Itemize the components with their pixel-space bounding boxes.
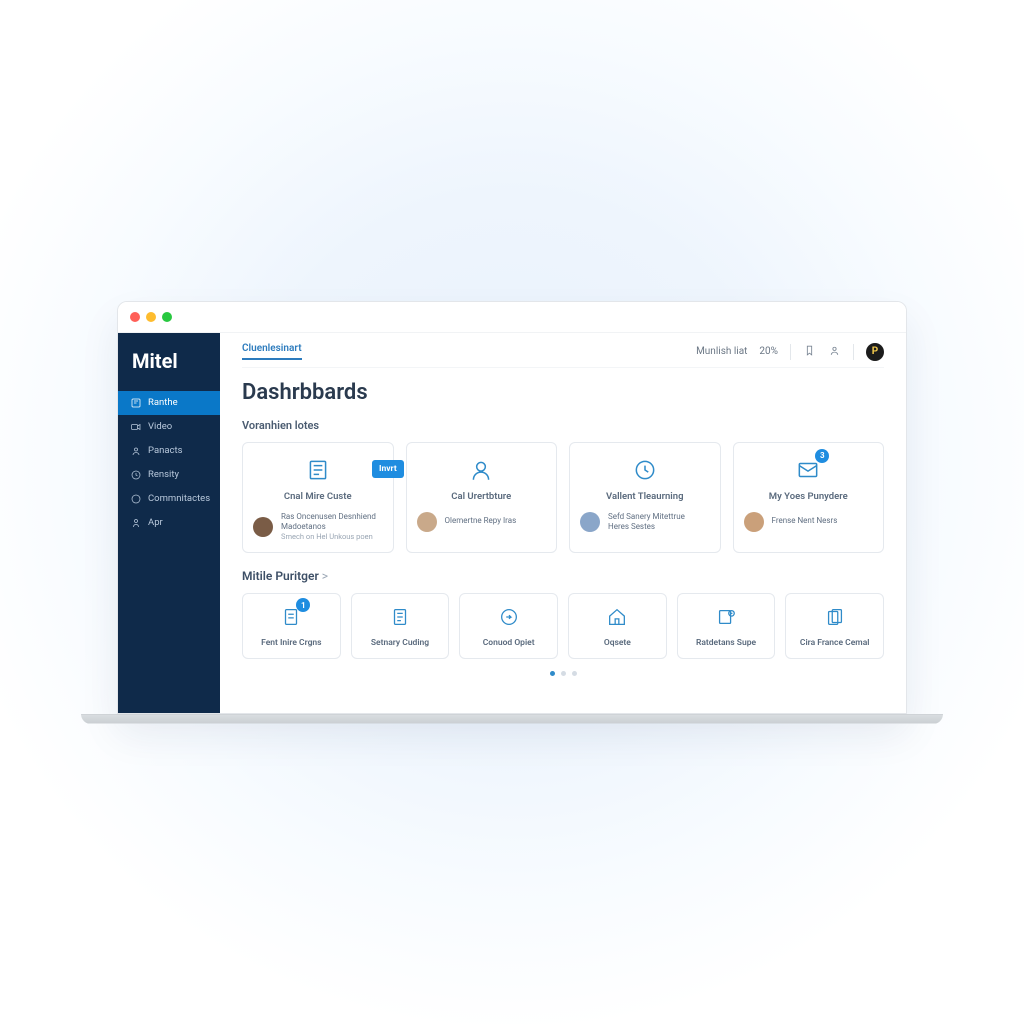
- card-list-icon: [303, 455, 333, 485]
- profile-avatar[interactable]: P: [866, 343, 884, 361]
- status-text: Munlish liat: [696, 346, 747, 357]
- carousel-dots[interactable]: [242, 671, 884, 676]
- sidebar: Mitel Ranthe Video Panacts: [118, 333, 220, 713]
- window-controls: [118, 302, 906, 333]
- section2-label[interactable]: Mitile Puritger >: [242, 569, 884, 583]
- dashboard-icon: [130, 397, 142, 409]
- divider: [790, 344, 791, 360]
- minimize-window-icon[interactable]: [146, 312, 156, 322]
- sidebar-nav: Ranthe Video Panacts Rensity: [118, 391, 220, 535]
- topbar: Cluenlesinart Munlish liat 20% P: [242, 333, 884, 368]
- badge-count: 3: [815, 449, 829, 463]
- chevron-right-icon: >: [322, 569, 328, 583]
- home-icon: [604, 604, 630, 630]
- app-shell: Mitel Ranthe Video Panacts: [118, 333, 906, 713]
- topbar-right: Munlish liat 20% P: [696, 343, 884, 361]
- tile-5[interactable]: Cira France Cemal: [785, 593, 884, 659]
- card-title: Vallent Tleaurning: [606, 491, 683, 502]
- sidebar-item-5[interactable]: Apr: [118, 511, 220, 535]
- divider: [853, 344, 854, 360]
- note-minus-icon: [713, 604, 739, 630]
- tile-0[interactable]: 1 Fent Inire Crgns: [242, 593, 341, 659]
- tile-1[interactable]: Setnary Cuding: [351, 593, 450, 659]
- close-window-icon[interactable]: [130, 312, 140, 322]
- topbar-time: 20%: [759, 346, 778, 357]
- badge-count: 1: [296, 598, 310, 612]
- app-icon: [130, 517, 142, 529]
- document-icon: 1: [278, 604, 304, 630]
- tile-2[interactable]: Conuod Opiet: [459, 593, 558, 659]
- laptop-frame: Mitel Ranthe Video Panacts: [117, 301, 907, 724]
- tile-3[interactable]: Oqsete: [568, 593, 667, 659]
- tile-label: Ratdetans Supe: [696, 638, 756, 648]
- brand-logo: Mitel: [118, 333, 220, 391]
- tile-4[interactable]: Ratdetans Supe: [677, 593, 776, 659]
- section1-label: Voranhien lotes: [242, 419, 884, 432]
- user-avatar: [580, 512, 600, 532]
- page-icon: [387, 604, 413, 630]
- sidebar-item-label: Video: [148, 421, 172, 432]
- files-icon: [822, 604, 848, 630]
- tile-label: Oqsete: [604, 638, 631, 648]
- sidebar-item-1[interactable]: Video: [118, 415, 220, 439]
- active-tab[interactable]: Cluenlesinart: [242, 343, 302, 360]
- circle-arrow-icon: [496, 604, 522, 630]
- card-2[interactable]: Vallent Tleaurning Sefd Sanery Mitettrue…: [569, 442, 721, 554]
- user-icon[interactable]: [828, 344, 841, 360]
- invite-chip[interactable]: Invrt: [372, 460, 404, 478]
- screen: Mitel Ranthe Video Panacts: [117, 301, 907, 714]
- card-meta: Frense Nent Nesrs: [772, 516, 838, 526]
- page-title: Dashrbbards: [242, 380, 884, 405]
- sidebar-item-4[interactable]: Commnitactes: [118, 487, 220, 511]
- person-icon: [466, 455, 496, 485]
- dot[interactable]: [561, 671, 566, 676]
- sidebar-item-label: Panacts: [148, 445, 183, 456]
- video-icon: [130, 421, 142, 433]
- communicator-icon: [130, 493, 142, 505]
- tile-label: Cira France Cemal: [800, 638, 870, 648]
- user-avatar: [417, 512, 437, 532]
- card-1[interactable]: Cal Urertbture Olemertne Repy Iras: [406, 442, 558, 554]
- sidebar-item-0[interactable]: Ranthe: [118, 391, 220, 415]
- user-avatar: [744, 512, 764, 532]
- sidebar-item-3[interactable]: Rensity: [118, 463, 220, 487]
- card-title: Cal Urertbture: [451, 491, 511, 502]
- mail-icon: 3: [793, 455, 823, 485]
- contacts-icon: [130, 445, 142, 457]
- card-title: My Yoes Punydere: [769, 491, 848, 502]
- main-content: Cluenlesinart Munlish liat 20% P Dashrbb…: [220, 333, 906, 713]
- history-icon: [130, 469, 142, 481]
- sidebar-item-2[interactable]: Panacts: [118, 439, 220, 463]
- tile-row: 1 Fent Inire Crgns Setnary Cuding Conuod…: [242, 593, 884, 659]
- maximize-window-icon[interactable]: [162, 312, 172, 322]
- sidebar-item-label: Commnitactes: [148, 493, 210, 504]
- dot[interactable]: [572, 671, 577, 676]
- sidebar-item-label: Rensity: [148, 469, 179, 480]
- sidebar-item-label: Apr: [148, 517, 163, 528]
- tile-label: Conuod Opiet: [483, 638, 535, 648]
- notification-icon[interactable]: [803, 344, 816, 360]
- tile-label: Setnary Cuding: [371, 638, 429, 648]
- laptop-base: [81, 714, 943, 724]
- card-meta: Olemertne Repy Iras: [445, 516, 517, 526]
- clock-icon: [630, 455, 660, 485]
- card-title: Cnal Mire Custe: [284, 491, 352, 502]
- section2-text: Mitile Puritger: [242, 569, 319, 583]
- card-meta: Sefd Sanery Mitettrue Heres Sestes: [608, 512, 685, 533]
- user-avatar: [253, 517, 273, 537]
- card-0[interactable]: Cnal Mire Custe Ras Oncenusen Desnhiend …: [242, 442, 394, 554]
- card-3[interactable]: 3 My Yoes Punydere Frense Nent Nesrs: [733, 442, 885, 554]
- card-row: Invrt Cnal Mire Custe Ras Oncenusen Desn…: [242, 442, 884, 554]
- tile-label: Fent Inire Crgns: [261, 638, 321, 648]
- sidebar-item-label: Ranthe: [148, 397, 178, 408]
- card-meta: Ras Oncenusen Desnhiend Madoetanos Smech…: [281, 512, 376, 543]
- dot-active[interactable]: [550, 671, 555, 676]
